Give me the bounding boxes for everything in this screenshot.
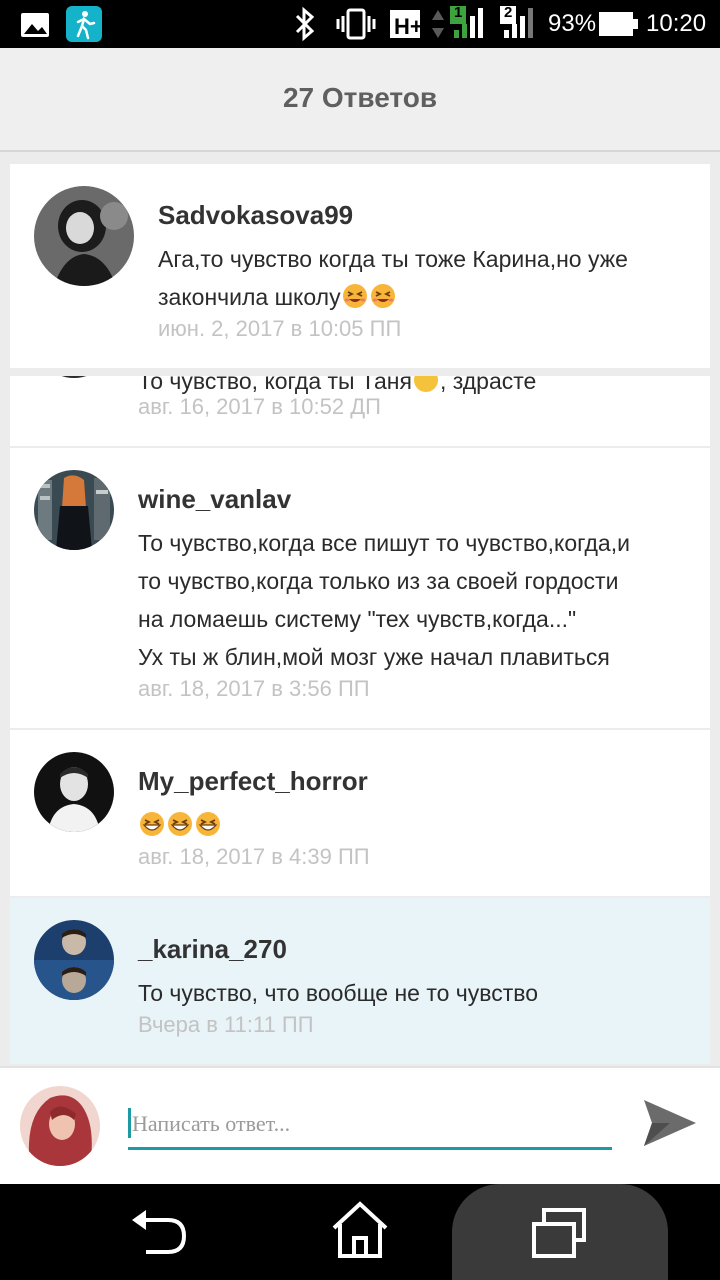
avatar[interactable]: [34, 920, 114, 1000]
comment-username[interactable]: wine_vanlav: [138, 484, 291, 515]
page-title: 27 Ответов: [282, 82, 438, 113]
status-bar: H+ 1 2 93% 10:20: [0, 0, 720, 48]
recent-apps-button[interactable]: [452, 1184, 668, 1280]
home-button[interactable]: [328, 1198, 392, 1262]
back-icon: [132, 1210, 187, 1254]
comment-card-hidden[interactable]: То чувство, когда ты Таня, здрасте авг. …: [10, 376, 710, 446]
comment-username[interactable]: My_perfect_horror: [138, 766, 368, 797]
battery-percent: 93%: [548, 10, 597, 37]
comment-card[interactable]: My_perfect_horror авг. 18, 2017 в 4:39 П…: [10, 730, 710, 896]
comment-timestamp: авг. 18, 2017 в 4:39 ПП: [138, 844, 370, 869]
signal-icon: 1: [448, 4, 488, 45]
send-button[interactable]: [640, 1094, 698, 1152]
clock: 10:20: [646, 10, 707, 37]
vibrate-icon: [336, 8, 376, 45]
comment-timestamp: авг. 18, 2017 в 3:56 ПП: [138, 676, 370, 701]
comment-timestamp: июн. 2, 2017 в 10:05 ПП: [158, 316, 402, 341]
laughing-emoji-icon: [138, 810, 166, 836]
network-type-badge: H+: [390, 8, 424, 45]
avatar[interactable]: [34, 470, 114, 550]
text-caret: [128, 1108, 131, 1138]
laughing-emoji-icon: [194, 810, 222, 836]
comment-text: То чувство,когда все пишут то чувство,ко…: [138, 530, 630, 670]
battery-icon: [598, 8, 640, 45]
back-button[interactable]: [126, 1202, 192, 1262]
comment-username[interactable]: _karina_270: [138, 934, 287, 965]
reply-input[interactable]: [128, 1100, 612, 1150]
comment-timestamp: авг. 16, 2017 в 10:52 ДП: [138, 394, 381, 419]
comment-card[interactable]: wine_vanlav То чувство,когда все пишут т…: [10, 448, 710, 728]
comment-username[interactable]: Sadvokasova99: [158, 200, 353, 231]
comment-text: То чувство, что вообще не то чувство: [138, 980, 539, 1006]
recent-apps-icon: [532, 1208, 586, 1258]
pinned-comment-card[interactable]: Sadvokasova99 Ага,то чувство когда ты то…: [10, 164, 710, 368]
data-arrows-icon: [430, 8, 446, 45]
bluetooth-icon: [292, 6, 318, 47]
signal2-icon: 2: [498, 4, 538, 45]
laughing-emoji-icon: [166, 810, 194, 836]
replies-header: 27 Ответов: [0, 48, 720, 152]
avatar[interactable]: [34, 752, 114, 832]
sim2-label: 2: [504, 4, 513, 21]
gallery-icon: [20, 12, 50, 43]
grinning-squint-emoji-icon: [369, 282, 397, 308]
send-icon: [644, 1100, 696, 1146]
sim1-label: 1: [454, 4, 463, 21]
user-avatar[interactable]: [20, 1086, 100, 1166]
fitness-app-icon: [66, 6, 102, 47]
grinning-squint-emoji-icon: [341, 282, 369, 308]
comment-card-highlighted[interactable]: _karina_270 То чувство, что вообще не то…: [10, 898, 710, 1064]
navigation-bar: [0, 1184, 720, 1280]
avatar[interactable]: [34, 376, 114, 378]
home-icon: [332, 1201, 388, 1258]
laughing-emoji-icon: [412, 376, 440, 392]
avatar[interactable]: [34, 186, 134, 286]
comment-timestamp: Вчера в 11:11 ПП: [138, 1012, 314, 1037]
comment-text: Ага,то чувство когда ты тоже Карина,но у…: [158, 246, 628, 310]
comment-text: [138, 806, 222, 844]
svg-text:H+: H+: [394, 14, 423, 39]
